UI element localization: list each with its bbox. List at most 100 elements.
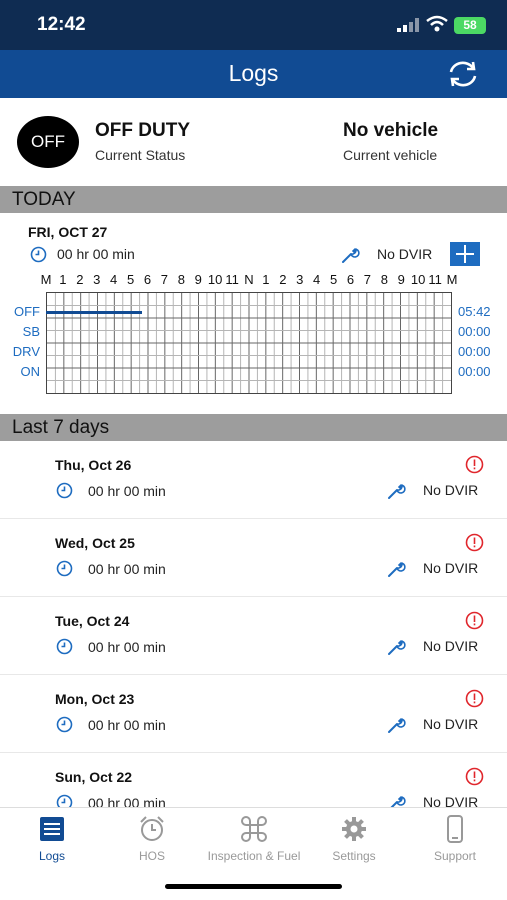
- hour-label: 4: [110, 272, 118, 287]
- tab-settings[interactable]: Settings: [304, 814, 404, 863]
- alert-icon: [465, 533, 484, 552]
- row-total-on: 00:00: [458, 364, 491, 379]
- day-dvir-status[interactable]: No DVIR: [423, 482, 478, 498]
- hour-label: 2: [279, 272, 287, 287]
- hour-label: 6: [143, 272, 152, 287]
- hour-label: 9: [194, 272, 202, 287]
- hour-label: 10: [410, 272, 426, 287]
- clock-icon: [56, 560, 73, 577]
- hour-label: 11: [225, 272, 239, 287]
- row-label-drv: DRV: [12, 344, 40, 359]
- last7-section-header: Last 7 days: [0, 414, 507, 441]
- tab-settings-label: Settings: [332, 849, 376, 863]
- today-dvir-status[interactable]: No DVIR: [377, 246, 432, 262]
- hour-label: 5: [329, 272, 338, 287]
- clock-icon: [56, 716, 73, 733]
- hour-label: 4: [313, 272, 321, 287]
- alert-icon: [465, 767, 484, 786]
- page-title: Logs: [228, 60, 279, 86]
- duty-status-label: OFF DUTY: [95, 120, 190, 141]
- alert-icon: [465, 455, 484, 474]
- duty-status-caption: Current Status: [95, 147, 186, 163]
- tab-hos-label: HOS: [138, 849, 165, 863]
- day-hours: 00 hr 00 min: [88, 483, 166, 499]
- wrench-icon: [388, 484, 406, 499]
- phone-icon: [447, 815, 463, 843]
- day-date: Wed, Oct 25: [55, 535, 135, 551]
- day-hours: 00 hr 00 min: [88, 717, 166, 733]
- hour-label: M: [446, 272, 458, 287]
- grid-hour-labels: M 1 2 3 4 5 6 7 8 9 10 11 N 1 2 3 4 5 6 7 8 9 10 11 M: [39, 272, 459, 288]
- row-label-off: OFF: [14, 304, 40, 319]
- row-total-off: 05:42: [458, 304, 491, 319]
- wrench-icon: [388, 718, 406, 733]
- hour-label: 10: [207, 272, 223, 287]
- hour-label: 7: [363, 272, 372, 287]
- alarm-clock-icon: [140, 816, 164, 841]
- sync-icon[interactable]: [446, 58, 480, 90]
- hour-label: N: [244, 272, 254, 287]
- current-status-panel: OFF OFF DUTY Current Status No vehicle C…: [0, 98, 507, 186]
- hour-label: 3: [296, 272, 304, 287]
- gear-icon: [342, 817, 366, 841]
- vehicle-label[interactable]: No vehicle: [343, 120, 438, 142]
- vehicle-caption: Current vehicle: [343, 147, 438, 163]
- duty-status-badge[interactable]: OFF: [17, 116, 79, 168]
- day-log-item[interactable]: Tue, Oct 24 00 hr 00 min No DVIR: [0, 597, 507, 675]
- wifi-icon: [426, 15, 448, 32]
- day-dvir-status[interactable]: No DVIR: [423, 638, 478, 654]
- hour-label: 5: [126, 272, 135, 287]
- tab-logs[interactable]: Logs: [2, 814, 102, 863]
- hour-label: 8: [177, 272, 185, 287]
- hour-label: 7: [160, 272, 169, 287]
- day-date: Thu, Oct 26: [55, 457, 132, 473]
- hour-label: 11: [428, 272, 442, 287]
- alert-icon: [465, 611, 484, 630]
- tab-inspection-fuel-label: Inspection & Fuel: [207, 849, 301, 863]
- clock-icon: [56, 638, 73, 655]
- tab-support-label: Support: [433, 849, 477, 863]
- day-dvir-status[interactable]: No DVIR: [423, 560, 478, 576]
- add-dvir-button[interactable]: [450, 242, 480, 266]
- tab-logs-label: Logs: [38, 849, 66, 863]
- today-date: FRI, OCT 27: [28, 224, 108, 240]
- day-log-item[interactable]: Wed, Oct 25 00 hr 00 min No DVIR: [0, 519, 507, 597]
- row-total-drv: 00:00: [458, 344, 491, 359]
- command-icon: [241, 816, 267, 842]
- today-hours: 00 hr 00 min: [57, 246, 135, 262]
- day-log-item[interactable]: Thu, Oct 26 00 hr 00 min No DVIR: [0, 441, 507, 519]
- logs-icon: [40, 817, 64, 841]
- log-graph-grid[interactable]: [46, 292, 452, 394]
- status-bar: 12:42 58: [0, 0, 507, 50]
- hour-label: 3: [93, 272, 101, 287]
- clock-time: 12:42: [37, 14, 86, 35]
- off-duty-line: [46, 311, 142, 314]
- tab-support[interactable]: Support: [405, 814, 505, 863]
- hour-label: 8: [380, 272, 388, 287]
- hour-label: 1: [262, 272, 270, 287]
- wrench-icon: [388, 562, 406, 577]
- today-section-header: TODAY: [0, 186, 507, 213]
- alert-icon: [465, 689, 484, 708]
- row-label-on: ON: [20, 364, 41, 379]
- wrench-icon: [342, 248, 360, 263]
- hour-label: 6: [346, 272, 355, 287]
- day-date: Mon, Oct 23: [55, 691, 135, 707]
- nav-bar: Logs: [0, 50, 507, 98]
- day-dvir-status[interactable]: No DVIR: [423, 716, 478, 732]
- battery-indicator: 58: [454, 17, 486, 34]
- hour-label: 1: [59, 272, 67, 287]
- tab-inspection-fuel[interactable]: Inspection & Fuel: [204, 814, 304, 863]
- clock-icon: [56, 482, 73, 499]
- day-log-item[interactable]: Mon, Oct 23 00 hr 00 min No DVIR: [0, 675, 507, 753]
- day-hours: 00 hr 00 min: [88, 639, 166, 655]
- wrench-icon: [388, 640, 406, 655]
- day-hours: 00 hr 00 min: [88, 561, 166, 577]
- day-date: Sun, Oct 22: [55, 769, 133, 785]
- tab-hos[interactable]: HOS: [102, 814, 202, 863]
- day-date: Tue, Oct 24: [55, 613, 130, 629]
- row-label-sb: SB: [22, 324, 40, 339]
- cellular-signal-icon: [397, 18, 419, 32]
- row-total-sb: 00:00: [458, 324, 491, 339]
- clock-icon: [30, 246, 47, 263]
